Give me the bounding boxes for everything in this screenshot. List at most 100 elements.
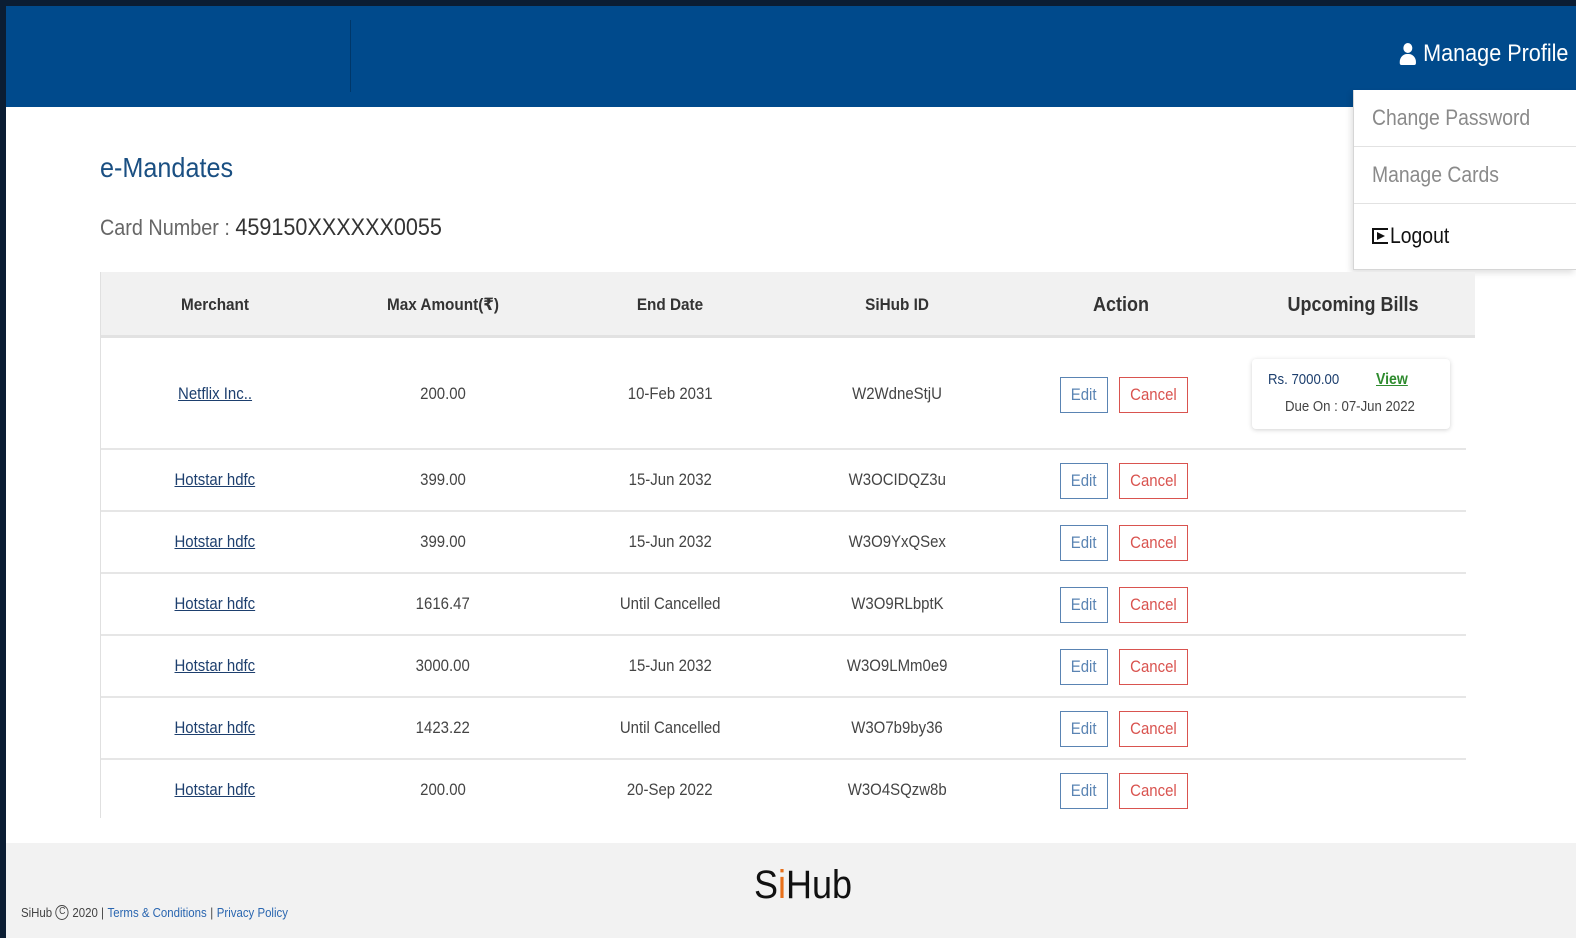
menu-item-label: Change Password	[1372, 105, 1531, 130]
end-date-cell: 15-Jun 2032	[591, 450, 749, 510]
sihub-logo: SiHub	[754, 863, 853, 907]
logout-icon	[1372, 228, 1388, 244]
end-date-cell: Until Cancelled	[591, 574, 749, 634]
merchant-link[interactable]: Hotstar hdfc	[175, 718, 256, 738]
edit-button[interactable]: Edit	[1060, 463, 1108, 499]
max-amount-cell: 3000.00	[371, 636, 515, 696]
column-header-end-date: End Date	[636, 295, 704, 314]
menu-item-logout[interactable]: Logout	[1354, 204, 1576, 268]
sihub-id: W3O7b9by36	[851, 718, 943, 737]
copyright-icon: C	[55, 905, 69, 920]
terms-link[interactable]: Terms & Conditions	[108, 905, 207, 920]
sihub-id: W3O9LMm0e9	[846, 656, 948, 675]
mandates-table: Merchant Max Amount(₹) End Date SiHub ID…	[100, 272, 1475, 818]
max-amount-cell: 1616.47	[371, 574, 515, 634]
merchant-link[interactable]: Hotstar hdfc	[175, 656, 256, 676]
cancel-button[interactable]: Cancel	[1119, 773, 1188, 809]
table-row: Hotstar hdfc 200.00 20-Sep 2022 W3O4SQzw8b E…	[101, 760, 1466, 818]
menu-item-manage-cards[interactable]: Manage Cards	[1354, 147, 1576, 204]
privacy-link[interactable]: Privacy Policy	[217, 905, 288, 920]
max-amount-cell: 399.00	[371, 512, 515, 572]
edit-button[interactable]: Edit	[1060, 377, 1108, 413]
merchant-link-cell: Hotstar hdfc	[157, 760, 273, 818]
max-amount-cell: 200.00	[371, 339, 515, 448]
end-date: 15-Jun 2032	[628, 470, 712, 489]
end-date: Until Cancelled	[619, 594, 721, 613]
footer-year: 2020 |	[72, 905, 105, 920]
sihub-id-cell: W3O9LMm0e9	[817, 636, 977, 696]
edit-button[interactable]: Edit	[1060, 773, 1108, 809]
table-row: Hotstar hdfc 1423.22 Until Cancelled W3O7b9…	[101, 698, 1466, 760]
end-date: 10-Feb 2031	[627, 383, 713, 403]
merchant-link-cell: Netflix Inc..	[157, 339, 273, 448]
cancel-button[interactable]: Cancel	[1119, 711, 1188, 747]
merchant-link-cell: Hotstar hdfc	[157, 512, 273, 572]
max-amount: 1423.22	[415, 718, 471, 737]
end-date-cell: 10-Feb 2031	[591, 339, 749, 448]
max-amount: 399.00	[420, 470, 466, 489]
table-header: Merchant Max Amount(₹) End Date SiHub ID…	[101, 272, 1475, 338]
menu-item-change-password[interactable]: Change Password	[1354, 90, 1576, 147]
bill-due-date: Due On : 07-Jun 2022	[1285, 398, 1415, 415]
edit-button[interactable]: Edit	[1060, 711, 1108, 747]
column-header-sihub-id: SiHub ID	[865, 295, 929, 314]
edit-button[interactable]: Edit	[1060, 525, 1108, 561]
sihub-id-cell: W3O4SQzw8b	[817, 760, 977, 818]
merchant-link[interactable]: Hotstar hdfc	[175, 470, 256, 490]
max-amount-cell: 200.00	[371, 760, 515, 818]
sihub-id-cell: W3O9YxQSex	[817, 512, 977, 572]
cancel-button[interactable]: Cancel	[1119, 649, 1188, 685]
max-amount: 1616.47	[415, 594, 471, 613]
merchant-link[interactable]: Hotstar hdfc	[175, 780, 256, 800]
merchant-link[interactable]: Hotstar hdfc	[175, 594, 256, 614]
view-bill-link[interactable]: View	[1376, 371, 1408, 389]
card-number-value: 459150XXXXXX0055	[235, 214, 442, 241]
sihub-id: W3O9RLbptK	[850, 594, 944, 613]
table-row: Netflix Inc.. 200.00 10-Feb 2031 W2WdneStjU…	[101, 339, 1466, 450]
max-amount: 200.00	[420, 780, 466, 799]
sihub-id-cell: W3O9RLbptK	[817, 574, 977, 634]
end-date: Until Cancelled	[619, 718, 721, 737]
merchant-link-cell: Hotstar hdfc	[157, 698, 273, 758]
merchant-link-cell: Hotstar hdfc	[157, 450, 273, 510]
menu-item-label: Logout	[1390, 223, 1450, 248]
column-header-merchant: Merchant	[180, 295, 250, 314]
max-amount: 200.00	[420, 383, 466, 403]
merchant-link-cell: Hotstar hdfc	[157, 636, 273, 696]
page-title: e-Mandates	[100, 152, 234, 183]
cancel-button[interactable]: Cancel	[1119, 463, 1188, 499]
cancel-button[interactable]: Cancel	[1119, 525, 1188, 561]
column-header-action: Action	[1093, 293, 1149, 316]
profile-dropdown-menu: Change Password Manage Cards Logout	[1353, 90, 1576, 270]
cancel-button[interactable]: Cancel	[1119, 587, 1188, 623]
window-frame-left	[0, 0, 6, 938]
header-divider	[350, 20, 351, 92]
sihub-id: W3O4SQzw8b	[847, 780, 947, 799]
merchant-link[interactable]: Netflix Inc..	[178, 384, 252, 404]
cancel-button[interactable]: Cancel	[1119, 377, 1188, 413]
manage-profile-button[interactable]: Manage Profile	[1399, 40, 1568, 68]
footer-copyright: SiHub C 2020 | Terms & Conditions | Priv…	[21, 905, 288, 920]
end-date: 15-Jun 2032	[628, 656, 712, 675]
sihub-id: W3O9YxQSex	[848, 532, 946, 551]
sihub-id-cell: W2WdneStjU	[817, 339, 977, 448]
max-amount: 3000.00	[415, 656, 471, 675]
table-row: Hotstar hdfc 399.00 15-Jun 2032 W3OCIDQZ3u E…	[101, 450, 1466, 512]
merchant-link[interactable]: Hotstar hdfc	[175, 532, 256, 552]
max-amount-cell: 399.00	[371, 450, 515, 510]
max-amount: 399.00	[420, 532, 466, 551]
merchant-link-cell: Hotstar hdfc	[157, 574, 273, 634]
edit-button[interactable]: Edit	[1060, 587, 1108, 623]
table-row: Hotstar hdfc 1616.47 Until Cancelled W3O9RL…	[101, 574, 1466, 636]
footer-separator: |	[210, 905, 214, 920]
edit-button[interactable]: Edit	[1060, 649, 1108, 685]
max-amount-cell: 1423.22	[371, 698, 515, 758]
footer: SiHub SiHub C 2020 | Terms & Conditions …	[6, 843, 1576, 938]
end-date-cell: Until Cancelled	[591, 698, 749, 758]
sihub-id-cell: W3O7b9by36	[817, 698, 977, 758]
end-date-cell: 20-Sep 2022	[591, 760, 749, 818]
user-icon	[1399, 43, 1416, 65]
sihub-id: W3OCIDQZ3u	[848, 470, 946, 489]
end-date: 15-Jun 2032	[628, 532, 712, 551]
manage-profile-label: Manage Profile	[1422, 40, 1568, 67]
